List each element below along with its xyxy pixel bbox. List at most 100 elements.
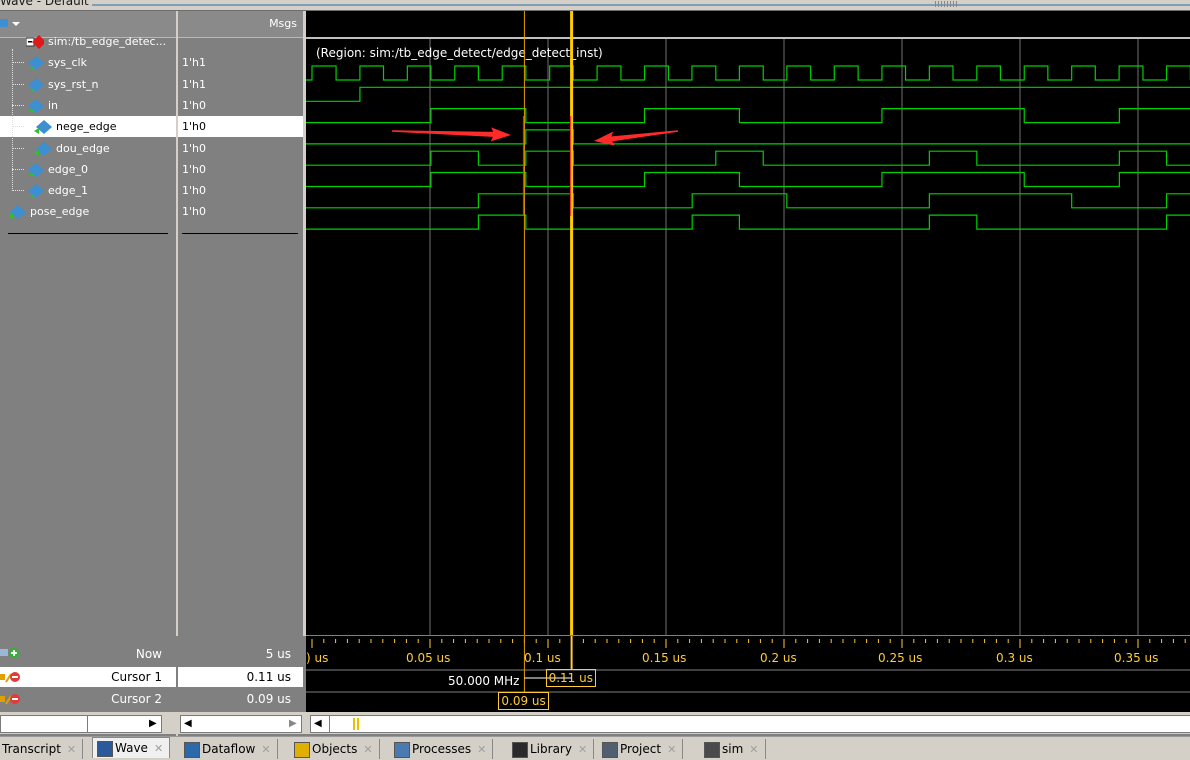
library-icon [512, 742, 528, 758]
tree-connector [12, 168, 24, 170]
horizontal-scroll-row: ▶ ◀ ▶ ◀ [0, 712, 1190, 734]
tab-transcript[interactable]: Transcript ✕ [0, 739, 84, 759]
signal-row[interactable]: pose_edge [0, 201, 176, 222]
output-port-icon [8, 205, 26, 220]
signal-value: 1'h1 [182, 56, 206, 70]
tab-objects[interactable]: Objects ✕ [290, 739, 380, 759]
objects-icon [294, 742, 310, 758]
signal-row[interactable]: edge_1 [0, 180, 176, 201]
msgs-header: Msgs [269, 17, 297, 30]
cursor-2-time-box[interactable]: 0.09 us [498, 692, 549, 710]
tab-wave[interactable]: Wave ✕ [92, 737, 171, 758]
signal-row[interactable]: edge_0 [0, 159, 176, 180]
add-cursor-icon[interactable] [0, 646, 20, 660]
tab-label: Transcript [2, 742, 61, 756]
input-port-icon [28, 56, 44, 71]
dataflow-icon [184, 742, 200, 758]
cursor-1-label: Cursor 1 [111, 670, 162, 684]
tree-connector [12, 62, 24, 64]
scroll-cursor-marker [353, 718, 355, 730]
signal-name: edge_1 [48, 184, 88, 198]
processes-icon [394, 742, 410, 758]
cursor-1-time-box[interactable]: 0.11 us [545, 669, 596, 687]
signal-row[interactable]: in [0, 95, 176, 116]
name-scrollbar[interactable]: ▶ [0, 715, 162, 733]
tab-dataflow[interactable]: Dataflow ✕ [180, 739, 278, 759]
signal-name: sys_rst_n [48, 77, 99, 91]
signal-name: dou_edge [56, 141, 110, 155]
cursor-1-lock-icon[interactable] [0, 670, 20, 684]
instance-icon [26, 35, 44, 49]
trace-in [306, 108, 1190, 124]
cursor-2-value-cell[interactable]: 0.09 us [178, 689, 303, 709]
waveform-pane[interactable]: (Region: sim:/tb_edge_detect/edge_detect… [306, 11, 1190, 635]
waveform-canvas[interactable]: (Region: sim:/tb_edge_detect/edge_detect… [306, 11, 1190, 635]
tab-sim[interactable]: sim ✕ [700, 739, 766, 759]
scroll-left-icon[interactable]: ◀ [314, 716, 322, 732]
tree-connector [12, 190, 24, 192]
signal-row[interactable]: nege_edge [0, 116, 176, 138]
tick-label: 0.1 us [524, 651, 561, 665]
tree-line [12, 49, 13, 191]
timeline-ruler[interactable]: ) us 0.05 us 0.1 us 0.15 us 0.2 us 0.25 us 0.3… [306, 636, 1190, 712]
close-tab-icon[interactable]: ✕ [67, 743, 76, 756]
window-tab-bar: Transcript ✕ Wave ✕ Dataflow ✕ Objects ✕ Process… [0, 736, 1190, 760]
tick-label: 0.3 us [996, 651, 1033, 665]
wave-scrollbar[interactable]: ◀ [310, 715, 1190, 733]
cursor-1-value: 0.11 us [246, 670, 291, 684]
tree-connector [12, 147, 24, 149]
close-tab-icon[interactable]: ✕ [477, 743, 486, 756]
close-tab-icon[interactable]: ✕ [363, 743, 372, 756]
tab-library[interactable]: Library ✕ [508, 739, 595, 759]
close-tab-icon[interactable]: ✕ [667, 743, 676, 756]
tab-label: Wave [115, 741, 148, 755]
scroll-right-icon[interactable]: ▶ [149, 716, 157, 732]
signal-value: 1'h0 [182, 120, 206, 134]
wave-icon [97, 741, 113, 757]
window-title-bar: Wave - Default [0, 0, 1190, 11]
output-port-icon [34, 141, 52, 156]
timeline-canvas [306, 636, 1190, 693]
signal-value: 1'h0 [182, 184, 206, 198]
trace-sys-rst-n [306, 86, 1190, 102]
signal-row[interactable]: sys_rst_n [0, 74, 176, 95]
trace-edge-0 [306, 171, 1190, 188]
value-scrollbar[interactable]: ◀ ▶ [180, 715, 302, 733]
cursor-1-value-cell[interactable]: 0.11 us [178, 667, 303, 687]
signal-row[interactable]: sys_clk [0, 52, 176, 73]
title-rule [92, 4, 1190, 6]
trace-sys-clk [306, 65, 1190, 81]
region-label: (Region: sim:/tb_edge_detect/edge_detect… [316, 46, 603, 60]
cursor-2-row[interactable]: Cursor 2 [0, 689, 176, 709]
scroll-left-icon[interactable]: ◀ [184, 716, 192, 732]
close-tab-icon[interactable]: ✕ [154, 742, 163, 755]
cursor-2-lock-icon[interactable] [0, 692, 20, 706]
signal-row[interactable]: sim:/tb_edge_detec... [0, 31, 176, 52]
annotation-arrow-icon [391, 127, 511, 142]
list-end-rule [8, 233, 168, 234]
project-icon [602, 742, 618, 758]
input-port-icon [28, 77, 44, 92]
cursor-2-label: Cursor 2 [111, 692, 162, 706]
signal-name: edge_0 [48, 162, 88, 176]
list-end-rule [182, 233, 298, 234]
signal-value: 1'h0 [182, 162, 206, 176]
tab-project[interactable]: Project ✕ [598, 739, 684, 759]
tab-label: Processes [412, 742, 472, 756]
tree-connector [12, 104, 24, 106]
tick-label: 0.15 us [642, 651, 687, 665]
close-tab-icon[interactable]: ✕ [261, 743, 270, 756]
tree-connector [12, 83, 24, 85]
trace-edge-1 [306, 193, 1190, 209]
input-port-icon [28, 184, 44, 199]
signal-row[interactable]: dou_edge [0, 138, 176, 159]
close-tab-icon[interactable]: ✕ [578, 743, 587, 756]
close-tab-icon[interactable]: ✕ [749, 743, 758, 756]
tab-processes[interactable]: Processes ✕ [390, 739, 494, 759]
scroll-right-icon[interactable]: ▶ [289, 716, 297, 732]
title-grip[interactable] [935, 1, 959, 7]
wave-toolbar-icon[interactable] [0, 18, 22, 30]
tab-label: Library [530, 742, 572, 756]
cursor-1-row[interactable]: Cursor 1 [0, 667, 176, 687]
tab-label: Project [620, 742, 662, 756]
